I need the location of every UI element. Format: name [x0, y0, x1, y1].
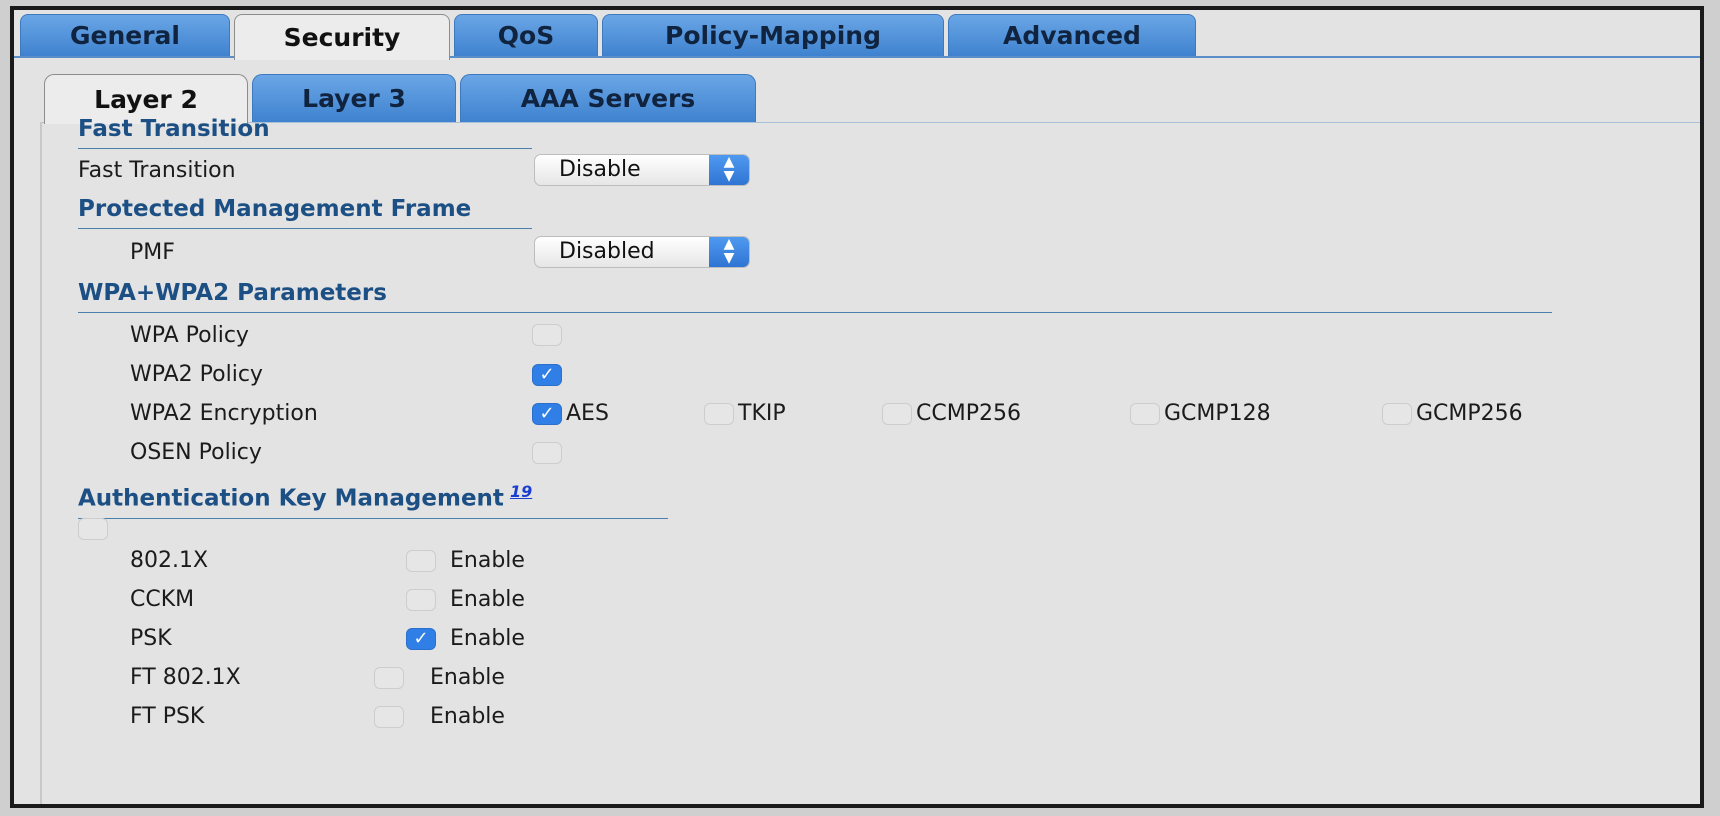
pmf-label: PMF: [130, 240, 175, 265]
top-tab-bar: General Security QoS Policy-Mapping Adva…: [14, 10, 1700, 60]
osen-policy-checkbox[interactable]: [532, 442, 562, 464]
section-header-fast-transition: Fast Transition: [78, 116, 532, 149]
pmf-value: Disabled: [559, 239, 655, 264]
section-header-akm: Authentication Key Management 19: [78, 482, 668, 519]
akm-ft-psk-checkbox[interactable]: [374, 706, 404, 728]
gcmp128-label: GCMP128: [1164, 401, 1271, 426]
akm-cckm-enable-label: Enable: [450, 587, 525, 612]
akm-psk-label: PSK: [130, 626, 172, 651]
akm-ft-8021x-label: FT 802.1X: [130, 665, 241, 690]
fast-transition-label: Fast Transition: [78, 158, 236, 183]
tab-advanced[interactable]: Advanced: [948, 14, 1196, 56]
wpa2-encryption-label: WPA2 Encryption: [130, 401, 318, 426]
wlan-edit-panel: General Security QoS Policy-Mapping Adva…: [10, 6, 1704, 808]
select-arrows-icon: ▲ ▼: [709, 237, 749, 267]
fast-transition-value: Disable: [559, 157, 641, 182]
tab-policy-mapping[interactable]: Policy-Mapping: [602, 14, 944, 56]
tkip-label: TKIP: [738, 401, 786, 426]
akm-select-all-checkbox[interactable]: [78, 518, 108, 540]
akm-cckm-label: CCKM: [130, 587, 195, 612]
aes-checkbox[interactable]: ✓: [532, 403, 562, 425]
akm-ft-psk-label: FT PSK: [130, 704, 205, 729]
akm-ft-8021x-checkbox[interactable]: [374, 667, 404, 689]
akm-psk-enable-label: Enable: [450, 626, 525, 651]
check-icon: ✓: [413, 628, 429, 649]
wpa-policy-label: WPA Policy: [130, 323, 249, 348]
check-icon: ✓: [539, 403, 555, 424]
osen-policy-label: OSEN Policy: [130, 440, 262, 465]
akm-cckm-checkbox[interactable]: [406, 589, 436, 611]
pmf-select[interactable]: Disabled ▲ ▼: [534, 236, 750, 268]
footnote-link[interactable]: 19: [510, 482, 532, 501]
tab-aaa-servers[interactable]: AAA Servers: [460, 74, 756, 122]
wpa-policy-checkbox[interactable]: [532, 324, 562, 346]
fast-transition-select[interactable]: Disable ▲ ▼: [534, 154, 750, 186]
akm-8021x-label: 802.1X: [130, 548, 209, 573]
ccmp256-label: CCMP256: [916, 401, 1021, 426]
gcmp128-checkbox[interactable]: [1130, 403, 1160, 425]
akm-ft-8021x-enable-label: Enable: [430, 665, 505, 690]
wpa2-policy-checkbox[interactable]: ✓: [532, 364, 562, 386]
wpa2-policy-label: WPA2 Policy: [130, 362, 263, 387]
tab-security[interactable]: Security: [234, 14, 450, 60]
akm-psk-checkbox[interactable]: ✓: [406, 628, 436, 650]
tab-layer-3[interactable]: Layer 3: [252, 74, 456, 122]
section-header-wpa-params: WPA+WPA2 Parameters: [78, 280, 1552, 313]
tkip-checkbox[interactable]: [704, 403, 734, 425]
aes-label: AES: [566, 401, 609, 426]
section-header-pmf: Protected Management Frame: [78, 196, 532, 229]
akm-8021x-enable-label: Enable: [450, 548, 525, 573]
gcmp256-label: GCMP256: [1416, 401, 1523, 426]
check-icon: ✓: [539, 364, 555, 385]
select-arrows-icon: ▲ ▼: [709, 155, 749, 185]
akm-ft-psk-enable-label: Enable: [430, 704, 505, 729]
akm-header-text: Authentication Key Management: [78, 485, 504, 512]
content-border: [40, 122, 42, 804]
tab-general[interactable]: General: [20, 14, 230, 56]
tab-qos[interactable]: QoS: [454, 14, 598, 56]
ccmp256-checkbox[interactable]: [882, 403, 912, 425]
gcmp256-checkbox[interactable]: [1382, 403, 1412, 425]
akm-8021x-checkbox[interactable]: [406, 550, 436, 572]
